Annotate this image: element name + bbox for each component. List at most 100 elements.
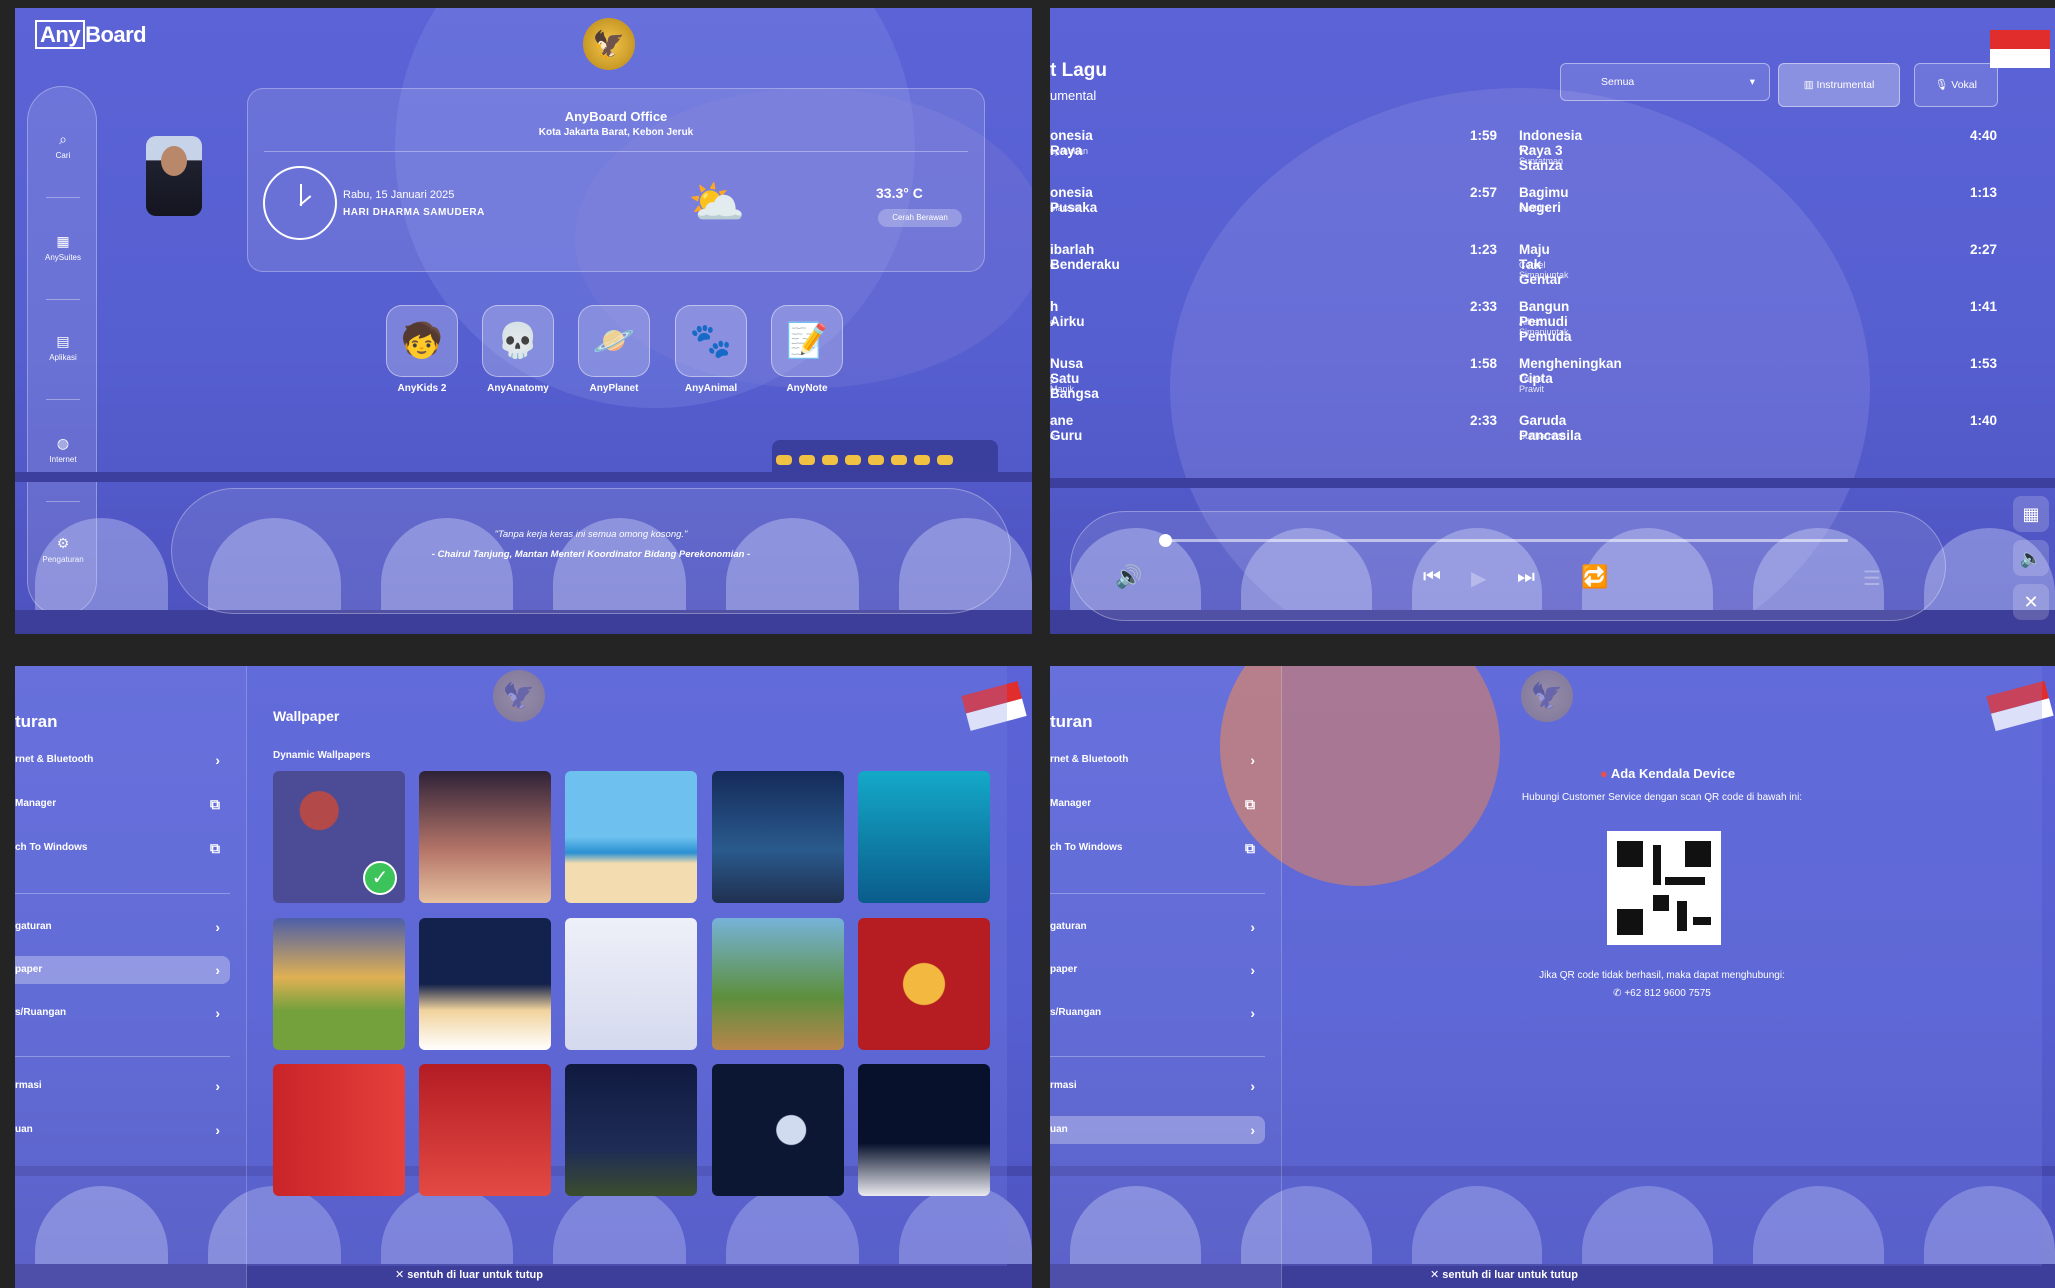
repeat-icon[interactable]: 🔁 xyxy=(1581,564,1608,590)
close-icon: ✕ xyxy=(395,1269,408,1281)
app-anyplanet[interactable]: 🪐 AnyPlanet xyxy=(578,305,650,394)
instrumental-button[interactable]: ▥ Instrumental xyxy=(1778,63,1900,107)
menu-switch-windows[interactable]: ch To Windows ⧉ xyxy=(1050,834,1265,862)
menu-wallpaper[interactable]: paper › xyxy=(15,956,230,984)
wallpaper-thumb[interactable] xyxy=(565,1064,697,1196)
menu-internet-bluetooth[interactable]: rnet & Bluetooth › xyxy=(15,746,230,774)
wallpaper-thumb[interactable] xyxy=(273,1064,405,1196)
song-artist: Alfred Simanjuntak xyxy=(1519,317,1569,337)
menu-bantuan[interactable]: uan › xyxy=(15,1116,230,1144)
help-phone[interactable]: ✆ +62 812 9600 7575 xyxy=(1282,988,2042,999)
vocal-button[interactable]: 🎙 Vokal xyxy=(1914,63,1998,107)
sidebar-item-aplikasi[interactable]: ▤ Aplikasi xyxy=(28,333,98,362)
quote-author: - Chairul Tanjung, Mantan Menteri Koordi… xyxy=(431,549,751,560)
progress-knob[interactable] xyxy=(1159,534,1172,547)
anykids-icon: 🧒 xyxy=(386,305,458,377)
wallpaper-heading: Wallpaper xyxy=(273,708,340,724)
app-anyanatomy[interactable]: 💀 AnyAnatomy xyxy=(482,305,554,394)
wallpaper-thumb[interactable] xyxy=(712,918,844,1050)
wallpaper-thumb[interactable] xyxy=(419,918,551,1050)
wallpaper-thumb[interactable] xyxy=(419,1064,551,1196)
chevron-right-icon: › xyxy=(215,962,220,978)
menu-wallpaper[interactable]: paper › xyxy=(1050,956,1265,984)
globe-icon: ◍ xyxy=(56,435,70,451)
wallpaper-thumb[interactable]: ✓ xyxy=(273,771,405,903)
close-icon[interactable]: ✕ xyxy=(2013,584,2049,620)
wallpaper-thumb[interactable] xyxy=(273,918,405,1050)
wallpaper-thumb[interactable] xyxy=(712,771,844,903)
menu-pengaturan[interactable]: gaturan › xyxy=(15,913,230,941)
wallpaper-thumb[interactable] xyxy=(858,771,990,903)
temperature: 33.3° C xyxy=(876,185,923,201)
page-title: t Lagu xyxy=(1050,60,1107,81)
previous-icon[interactable]: ⏮ xyxy=(1423,566,1441,589)
help-heading: ● Ada Kendala Device xyxy=(1599,766,1736,781)
progress-track[interactable] xyxy=(1159,534,1848,547)
close-hint[interactable]: ✕ sentuh di luar untuk tutup xyxy=(1430,1268,1578,1281)
song-title: h Airku xyxy=(1050,299,1085,329)
chevron-right-icon: › xyxy=(1250,919,1255,935)
playlist-icon[interactable]: ☰ xyxy=(1863,566,1881,591)
app-anyanimal[interactable]: 🐾 AnyAnimal xyxy=(675,305,747,394)
wallpaper-thumb[interactable] xyxy=(712,1064,844,1196)
paw-icon: 🐾 xyxy=(675,305,747,377)
whatsapp-icon: ✆ xyxy=(1613,988,1625,999)
menu-informasi[interactable]: rmasi › xyxy=(15,1072,230,1100)
quote-card: "Tanpa kerja keras ini semua omong koson… xyxy=(171,488,1011,614)
sidebar-item-internet[interactable]: ◍ Internet xyxy=(28,435,98,464)
menu-ruangan[interactable]: s/Ruangan › xyxy=(1050,999,1265,1027)
grid-icon: ▦ xyxy=(56,233,70,249)
sidebar-item-search[interactable]: ⌕ Cari xyxy=(28,131,98,160)
cloud-sun-icon: ⛅ xyxy=(688,176,746,228)
wallpaper-thumb[interactable] xyxy=(858,918,990,1050)
sidebar-item-anysuites[interactable]: ▦ AnySuites xyxy=(28,233,98,262)
app-anykids[interactable]: 🧒 AnyKids 2 xyxy=(386,305,458,394)
app-anynote[interactable]: 📝 AnyNote xyxy=(771,305,843,394)
chevron-right-icon: › xyxy=(215,919,220,935)
song-artist: Kusbini xyxy=(1519,203,1549,213)
menu-manager[interactable]: Manager ⧉ xyxy=(1050,790,1265,818)
menu-informasi[interactable]: rmasi › xyxy=(1050,1072,1265,1100)
song-duration: 1:58 xyxy=(1470,356,1498,371)
weather-badge: Cerah Berawan xyxy=(878,209,962,227)
category-select[interactable]: Semua ▾ xyxy=(1560,63,1770,101)
indonesia-flag-icon xyxy=(1990,30,2050,68)
wallpaper-thumb[interactable] xyxy=(419,771,551,903)
song-artist: Truno Prawit xyxy=(1519,374,1545,394)
anyboard-logo: Any Board xyxy=(35,20,147,49)
chevron-right-icon: › xyxy=(1250,962,1255,978)
settings-menu: turan rnet & Bluetooth › Manager ⧉ ch To W… xyxy=(15,666,247,1288)
grid-view-icon[interactable]: ▦ xyxy=(2013,496,2049,532)
wallpaper-thumb[interactable] xyxy=(565,771,697,903)
music-screen: t Lagu umental Semua ▾ ▥ Instrumental 🎙 V… xyxy=(1050,8,2055,634)
home-screen: Any Board 🦅 ⌕ Cari ▦ AnySuites ▤ Aplikasi ◍ I… xyxy=(15,8,1032,634)
wallpaper-section: Dynamic Wallpapers xyxy=(273,750,371,761)
note-icon: 📝 xyxy=(771,305,843,377)
volume-icon[interactable]: 🔊 xyxy=(1115,564,1142,590)
help-pane xyxy=(1282,666,2042,1266)
menu-pengaturan[interactable]: gaturan › xyxy=(1050,913,1265,941)
wallpaper-thumb[interactable] xyxy=(858,1064,990,1196)
close-hint[interactable]: ✕ sentuh di luar untuk tutup xyxy=(395,1268,543,1281)
settings-menu: turan rnet & Bluetooth › Manager ⧉ ch To W… xyxy=(1050,666,1282,1288)
quote-text: "Tanpa kerja keras ini semua omong koson… xyxy=(494,529,688,540)
speaker-icon[interactable]: 🔈 xyxy=(2013,540,2049,576)
office-name: AnyBoard Office xyxy=(564,109,668,124)
qr-code[interactable] xyxy=(1607,831,1721,945)
play-icon[interactable]: ▶ xyxy=(1471,566,1486,591)
menu-switch-windows[interactable]: ch To Windows ⧉ xyxy=(15,834,230,862)
player-bar: 🔊 ⏮ ▶ ⏭ 🔁 ☰ xyxy=(1070,511,1946,621)
wallpaper-thumb[interactable] xyxy=(565,918,697,1050)
menu-ruangan[interactable]: s/Ruangan › xyxy=(15,999,230,1027)
song-artist: o xyxy=(1050,431,1056,441)
chevron-right-icon: › xyxy=(1250,1122,1255,1138)
song-artist: W.R Supratman xyxy=(1519,146,1564,166)
close-icon: ✕ xyxy=(1430,1269,1443,1281)
menu-bantuan[interactable]: uan › xyxy=(1050,1116,1265,1144)
app-icon: ▤ xyxy=(56,333,70,349)
next-icon[interactable]: ⏭ xyxy=(1517,566,1535,589)
help-instruction: Hubungi Customer Service dengan scan QR … xyxy=(1521,792,1803,803)
chevron-right-icon: › xyxy=(215,1005,220,1021)
menu-manager[interactable]: Manager ⧉ xyxy=(15,790,230,818)
song-title: ibarlah Benderaku xyxy=(1050,242,1120,272)
